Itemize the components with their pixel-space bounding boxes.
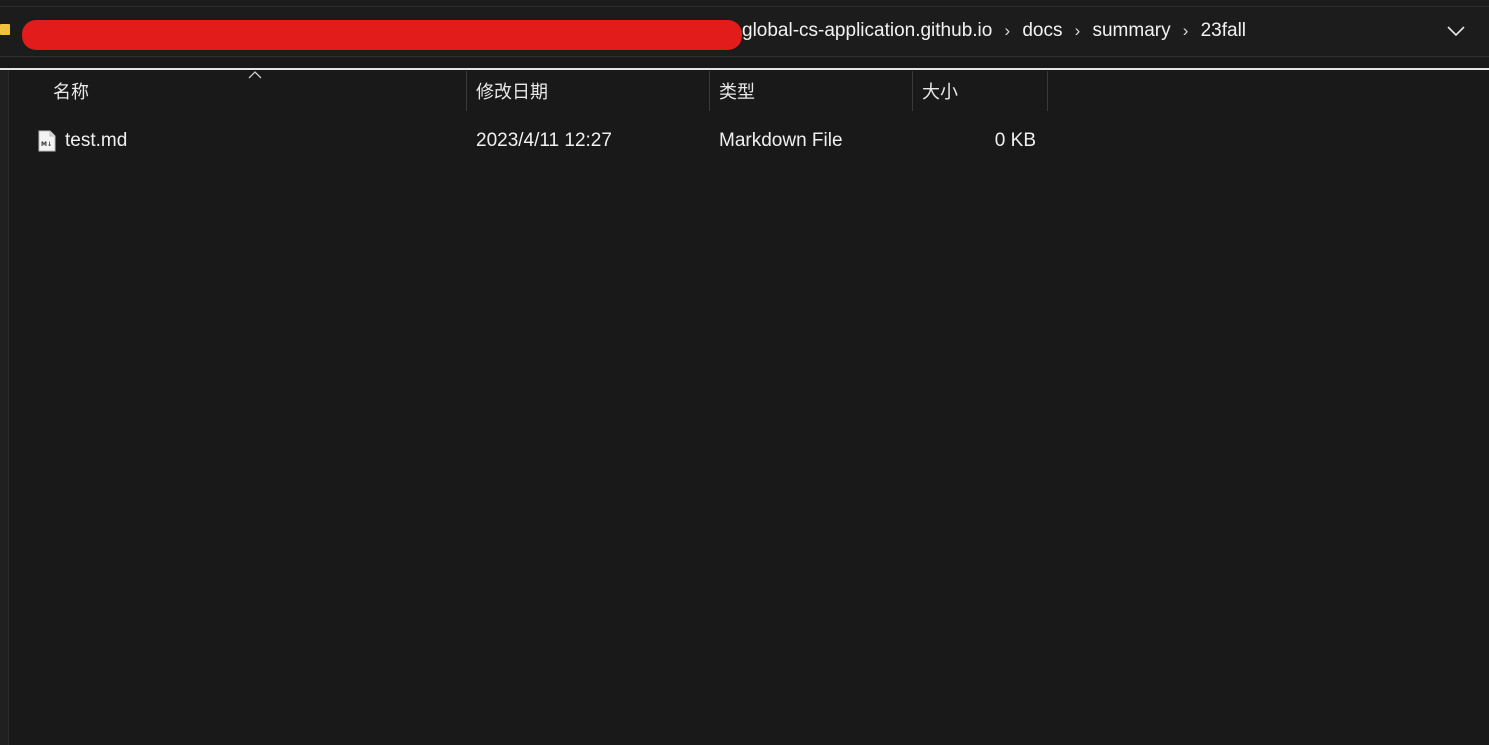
address-history-dropdown-button[interactable] <box>1444 20 1468 42</box>
breadcrumb-item-23fall[interactable]: 23fall <box>1201 20 1246 42</box>
column-header-size[interactable]: 大小 <box>913 71 1047 111</box>
column-header-type[interactable]: 类型 <box>710 71 912 111</box>
file-explorer-window: global-cs-application.github.io › docs ›… <box>0 0 1489 745</box>
file-size: 0 KB <box>994 130 1036 151</box>
column-header-modified[interactable]: 修改日期 <box>467 71 709 111</box>
breadcrumb-separator-icon[interactable]: › <box>1171 21 1201 41</box>
file-name[interactable]: test.md <box>65 121 127 161</box>
svg-text:M↓: M↓ <box>41 141 52 148</box>
column-header-name[interactable]: 名称 <box>44 71 466 111</box>
address-bar-top-border <box>0 6 1489 7</box>
focus-divider <box>0 68 1489 70</box>
breadcrumb: global-cs-application.github.io › docs ›… <box>742 17 1246 45</box>
address-bar[interactable]: global-cs-application.github.io › docs ›… <box>0 0 1489 58</box>
breadcrumb-separator-icon[interactable]: › <box>1062 21 1092 41</box>
file-type: Markdown File <box>719 130 843 151</box>
markdown-file-icon: M↓ <box>38 130 56 152</box>
file-modified: 2023/4/11 12:27 <box>476 130 612 151</box>
file-row[interactable]: M↓ test.md 2023/4/11 12:27 Markdown File… <box>8 121 1048 161</box>
breadcrumb-item-docs[interactable]: docs <box>1022 20 1062 42</box>
redaction-mark-lower <box>38 32 734 50</box>
column-divider[interactable] <box>1047 71 1048 111</box>
column-header-row: 名称 修改日期 类型 大小 <box>0 71 1489 111</box>
address-bar-bottom-border <box>0 56 1489 57</box>
folder-icon <box>0 24 10 35</box>
navigation-pane-edge[interactable] <box>0 70 9 745</box>
breadcrumb-item-repo[interactable]: global-cs-application.github.io <box>742 20 992 42</box>
breadcrumb-item-summary[interactable]: summary <box>1092 20 1170 42</box>
breadcrumb-separator-icon[interactable]: › <box>992 21 1022 41</box>
chevron-down-icon <box>1447 26 1465 36</box>
